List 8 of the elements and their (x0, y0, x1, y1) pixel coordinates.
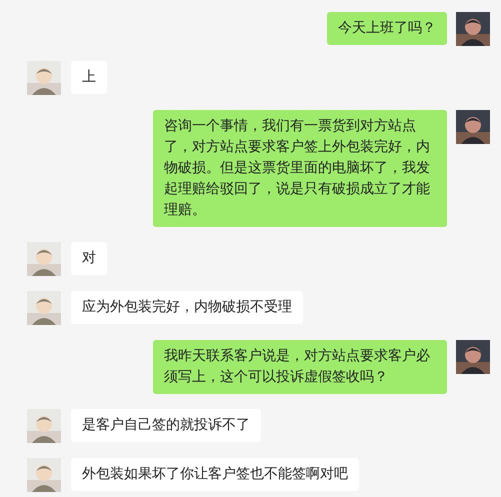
message-text: 上 (82, 69, 96, 85)
message-text: 今天上班了吗？ (338, 20, 436, 36)
message-text: 对 (82, 250, 96, 266)
message-text: 是客户自己签的就投诉不了 (82, 417, 250, 433)
message-text: 我昨天联系客户说是，对方站点要求客户必须写上，这个可以投诉虚假签收吗？ (164, 348, 430, 385)
message-text: 应为外包装完好，内物破损不受理 (82, 299, 292, 315)
message-text: 咨询一个事情，我们有一票货到对方站点了，对方站点要求客户签上外包装完好，内物破损。但是这票货里面的电脑坏了，我发起理赔给驳回了，说是只有破损成立了才能理赔。 (164, 118, 430, 218)
message-text: 外包装如果坏了你让客户签也不能签啊对吧 (82, 466, 348, 482)
